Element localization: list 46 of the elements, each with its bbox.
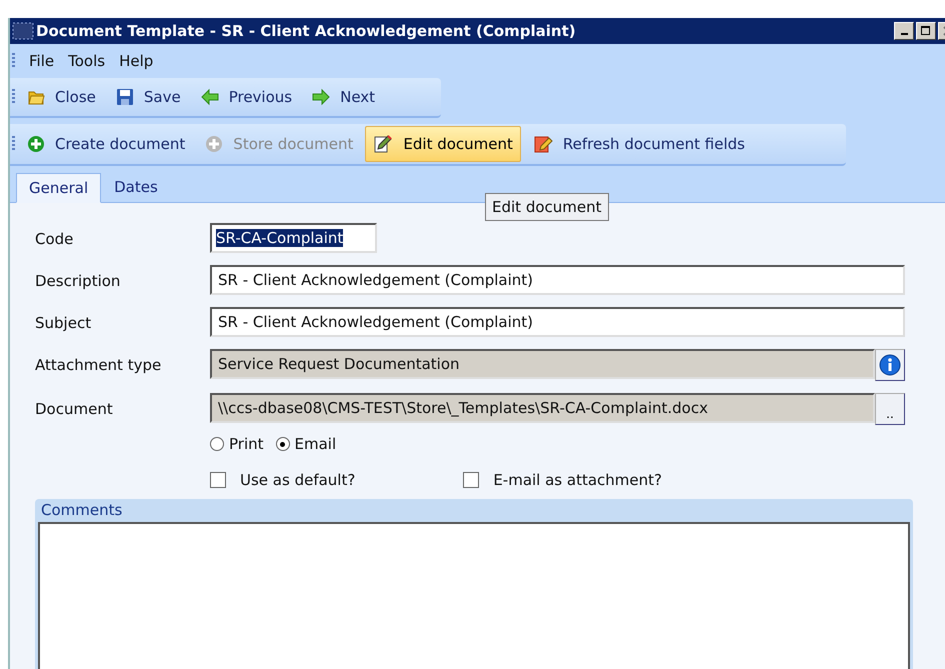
menu-item[interactable]: File bbox=[29, 52, 54, 70]
tooltip: Edit document bbox=[485, 193, 608, 221]
app-icon bbox=[12, 22, 34, 40]
group-header: Comments bbox=[40, 500, 124, 521]
input-field[interactable]: SR - Client Acknowledgement (Complaint) bbox=[210, 307, 905, 337]
toolbar-button[interactable]: Save bbox=[108, 79, 189, 115]
field-label: Attachment type bbox=[35, 355, 162, 374]
tab[interactable]: General bbox=[16, 173, 102, 203]
toolbar-button[interactable]: Close bbox=[19, 79, 104, 115]
maximize-icon bbox=[921, 26, 931, 36]
checkbox[interactable]: E-mail as attachment? bbox=[463, 471, 662, 489]
input-field[interactable]: Service Request Documentation bbox=[210, 349, 875, 379]
edit-icon bbox=[373, 134, 394, 154]
radio-option[interactable]: Email bbox=[276, 435, 336, 453]
toolbar-button[interactable]: Refresh document fields bbox=[524, 126, 753, 162]
menu-item[interactable]: Tools bbox=[68, 52, 106, 70]
input-field[interactable]: SR - Client Acknowledgement (Complaint) bbox=[210, 265, 905, 295]
minimize-icon bbox=[900, 33, 908, 35]
tab[interactable]: Dates bbox=[101, 172, 171, 202]
field-label: Code bbox=[35, 229, 74, 248]
info-button[interactable] bbox=[875, 349, 905, 381]
grip-handle[interactable] bbox=[12, 53, 15, 69]
menu-item[interactable]: Help bbox=[119, 52, 154, 70]
checkbox[interactable]: Use as default? bbox=[210, 471, 356, 489]
radio-option[interactable]: Print bbox=[210, 435, 264, 453]
toolbar-button[interactable]: Create document bbox=[19, 126, 194, 162]
comments-field[interactable] bbox=[38, 522, 910, 669]
plus-circle-icon bbox=[205, 135, 224, 153]
grip-handle[interactable] bbox=[12, 89, 15, 105]
field-label: Description bbox=[35, 271, 122, 290]
toolbar-button[interactable]: Next bbox=[304, 79, 384, 115]
plus-circle-icon bbox=[27, 135, 45, 153]
refresh-icon bbox=[532, 134, 553, 154]
window-title: Document Template - SR - Client Acknowledgement (Complaint) bbox=[36, 22, 577, 40]
toolbar-button[interactable]: Previous bbox=[192, 79, 300, 115]
input-field[interactable]: SR-CA-Complaint bbox=[210, 223, 377, 253]
right-arrow-icon bbox=[312, 88, 330, 106]
field-label: Subject bbox=[35, 313, 92, 332]
maximize-button[interactable] bbox=[916, 22, 936, 40]
field-label: Document bbox=[35, 399, 114, 418]
left-arrow-icon bbox=[200, 88, 219, 106]
input-field[interactable]: \\ccs-dbase08\CMS-TEST\Store\_Templates\SR-CA-Complaint.docx bbox=[210, 393, 875, 423]
browse-button[interactable]: .. bbox=[875, 393, 905, 425]
toolbar-button[interactable]: Edit document bbox=[365, 126, 521, 162]
minimize-button[interactable] bbox=[894, 22, 914, 40]
grip-handle[interactable] bbox=[12, 136, 15, 152]
